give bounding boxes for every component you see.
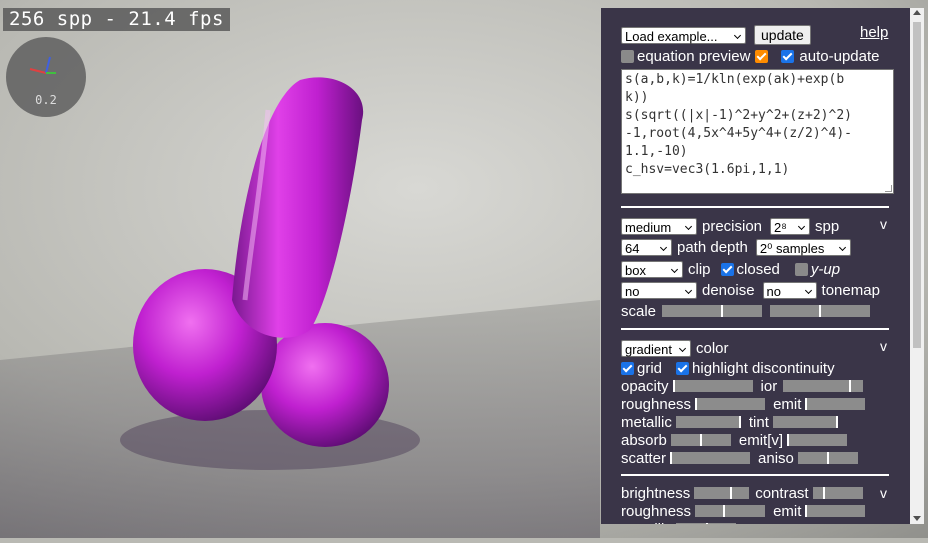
scroll-up-icon[interactable] [913,10,921,15]
metallic-label: metallic [621,413,672,431]
emit-v-label: emit[v] [738,431,784,449]
equation-preview-toggle[interactable] [755,49,769,63]
scroll-down-icon[interactable] [913,516,921,521]
emit-slider[interactable] [805,398,866,410]
closed-checkbox[interactable] [720,262,734,276]
collapse-render-toggle[interactable]: v [880,216,887,232]
editor-line: k)) [625,90,649,105]
brightness-slider[interactable] [694,487,750,499]
scale-slider-2[interactable] [770,305,871,317]
equation-preview-checkbox[interactable] [621,49,634,63]
equation-editor[interactable]: s(a,b,k)=1/kln(exp(ak)+exp(b k)) s(sqrt((|… [621,69,894,194]
aniso-label: aniso [758,449,794,467]
aniso-slider[interactable] [797,452,858,464]
highlight-label: highlight discontinuity [692,359,835,377]
editor-line: s(a,b,k)=1/kln(exp(ak)+exp(b [625,72,845,87]
metallic-slider[interactable] [675,416,741,428]
light-emit-slider[interactable] [805,505,866,517]
ior-label: ior [760,377,778,395]
spp-label: spp [815,217,840,235]
resize-grip-icon[interactable] [885,185,892,192]
tint-label: tint [748,413,769,431]
roughness-label: roughness [621,395,692,413]
precision-select[interactable]: medium [621,217,697,235]
opacity-slider[interactable] [672,380,753,392]
opacity-label: opacity [621,377,669,395]
scale-slider-1[interactable] [662,305,763,317]
control-panel: Load example... update help equation pre… [601,8,910,524]
editor-line: s(sqrt((|x|-1)^2+y^2+(z+2)^2) [625,108,852,123]
collapse-lighting-toggle[interactable]: v [880,485,887,501]
closed-label: closed [736,260,780,278]
auto-update-checkbox[interactable] [781,49,795,63]
scatter-slider[interactable] [670,452,751,464]
light-roughness-slider[interactable] [695,505,766,517]
example-select[interactable]: Load example... [621,26,746,44]
roughness-slider[interactable] [695,398,766,410]
y-up-checkbox[interactable] [794,262,808,276]
editor-line: c_hsv=vec3(1.6pi,1,1) [625,162,790,177]
grid-checkbox[interactable] [621,361,634,375]
light-metallic-label: metallic [621,521,672,525]
collapse-material-toggle[interactable]: v [880,338,887,354]
editor-line: 1.1,-10) [625,144,688,159]
clip-label: clip [688,260,711,278]
equation-preview-label: equation preview [637,47,751,65]
color-label: color [696,339,729,357]
absorb-slider[interactable] [670,434,731,446]
auto-update-label: auto-update [799,47,880,65]
emit-v-slider[interactable] [787,434,848,446]
help-link[interactable]: help [860,24,888,41]
panel-scrollbar[interactable] [910,8,924,524]
axes-gizmo[interactable]: 0.2 [6,37,86,117]
light-emit-label: emit [773,502,802,520]
tonemap-label: tonemap [821,281,880,299]
light-metallic-slider[interactable] [675,523,736,524]
clip-select[interactable]: box [621,260,683,278]
denoise-select[interactable]: no [621,281,697,299]
light-roughness-label: roughness [621,502,692,520]
emit-label: emit [773,395,802,413]
path-depth-label: path depth [677,238,748,256]
highlight-checkbox[interactable] [676,361,690,375]
axes-scale-label: 0.2 [35,93,57,107]
scatter-label: scatter [621,449,667,467]
grid-label: grid [637,359,663,377]
fps-counter: 256 spp - 21.4 fps [3,8,230,31]
brightness-label: brightness [621,484,691,502]
absorb-label: absorb [621,431,667,449]
samples-select[interactable]: 2⁰ samples [755,238,851,256]
contrast-slider[interactable] [812,487,863,499]
tonemap-select[interactable]: no [762,281,817,299]
section-divider [621,474,889,476]
scale-label: scale [621,302,657,320]
y-up-label: y-up [810,260,841,278]
spp-select[interactable]: 2⁸ [770,217,811,235]
update-button[interactable]: update [754,25,811,45]
color-mode-select[interactable]: gradient [621,339,691,357]
section-divider [621,328,889,330]
ior-slider[interactable] [783,380,864,392]
section-divider [621,206,889,208]
editor-line: -1,root(4,5x^4+5y^4+(z/2)^4)- [625,126,852,141]
contrast-label: contrast [755,484,809,502]
path-depth-select[interactable]: 64 [621,238,672,256]
precision-label: precision [702,217,763,235]
tint-slider[interactable] [772,416,838,428]
denoise-label: denoise [702,281,755,299]
scrollbar-thumb[interactable] [913,22,921,348]
